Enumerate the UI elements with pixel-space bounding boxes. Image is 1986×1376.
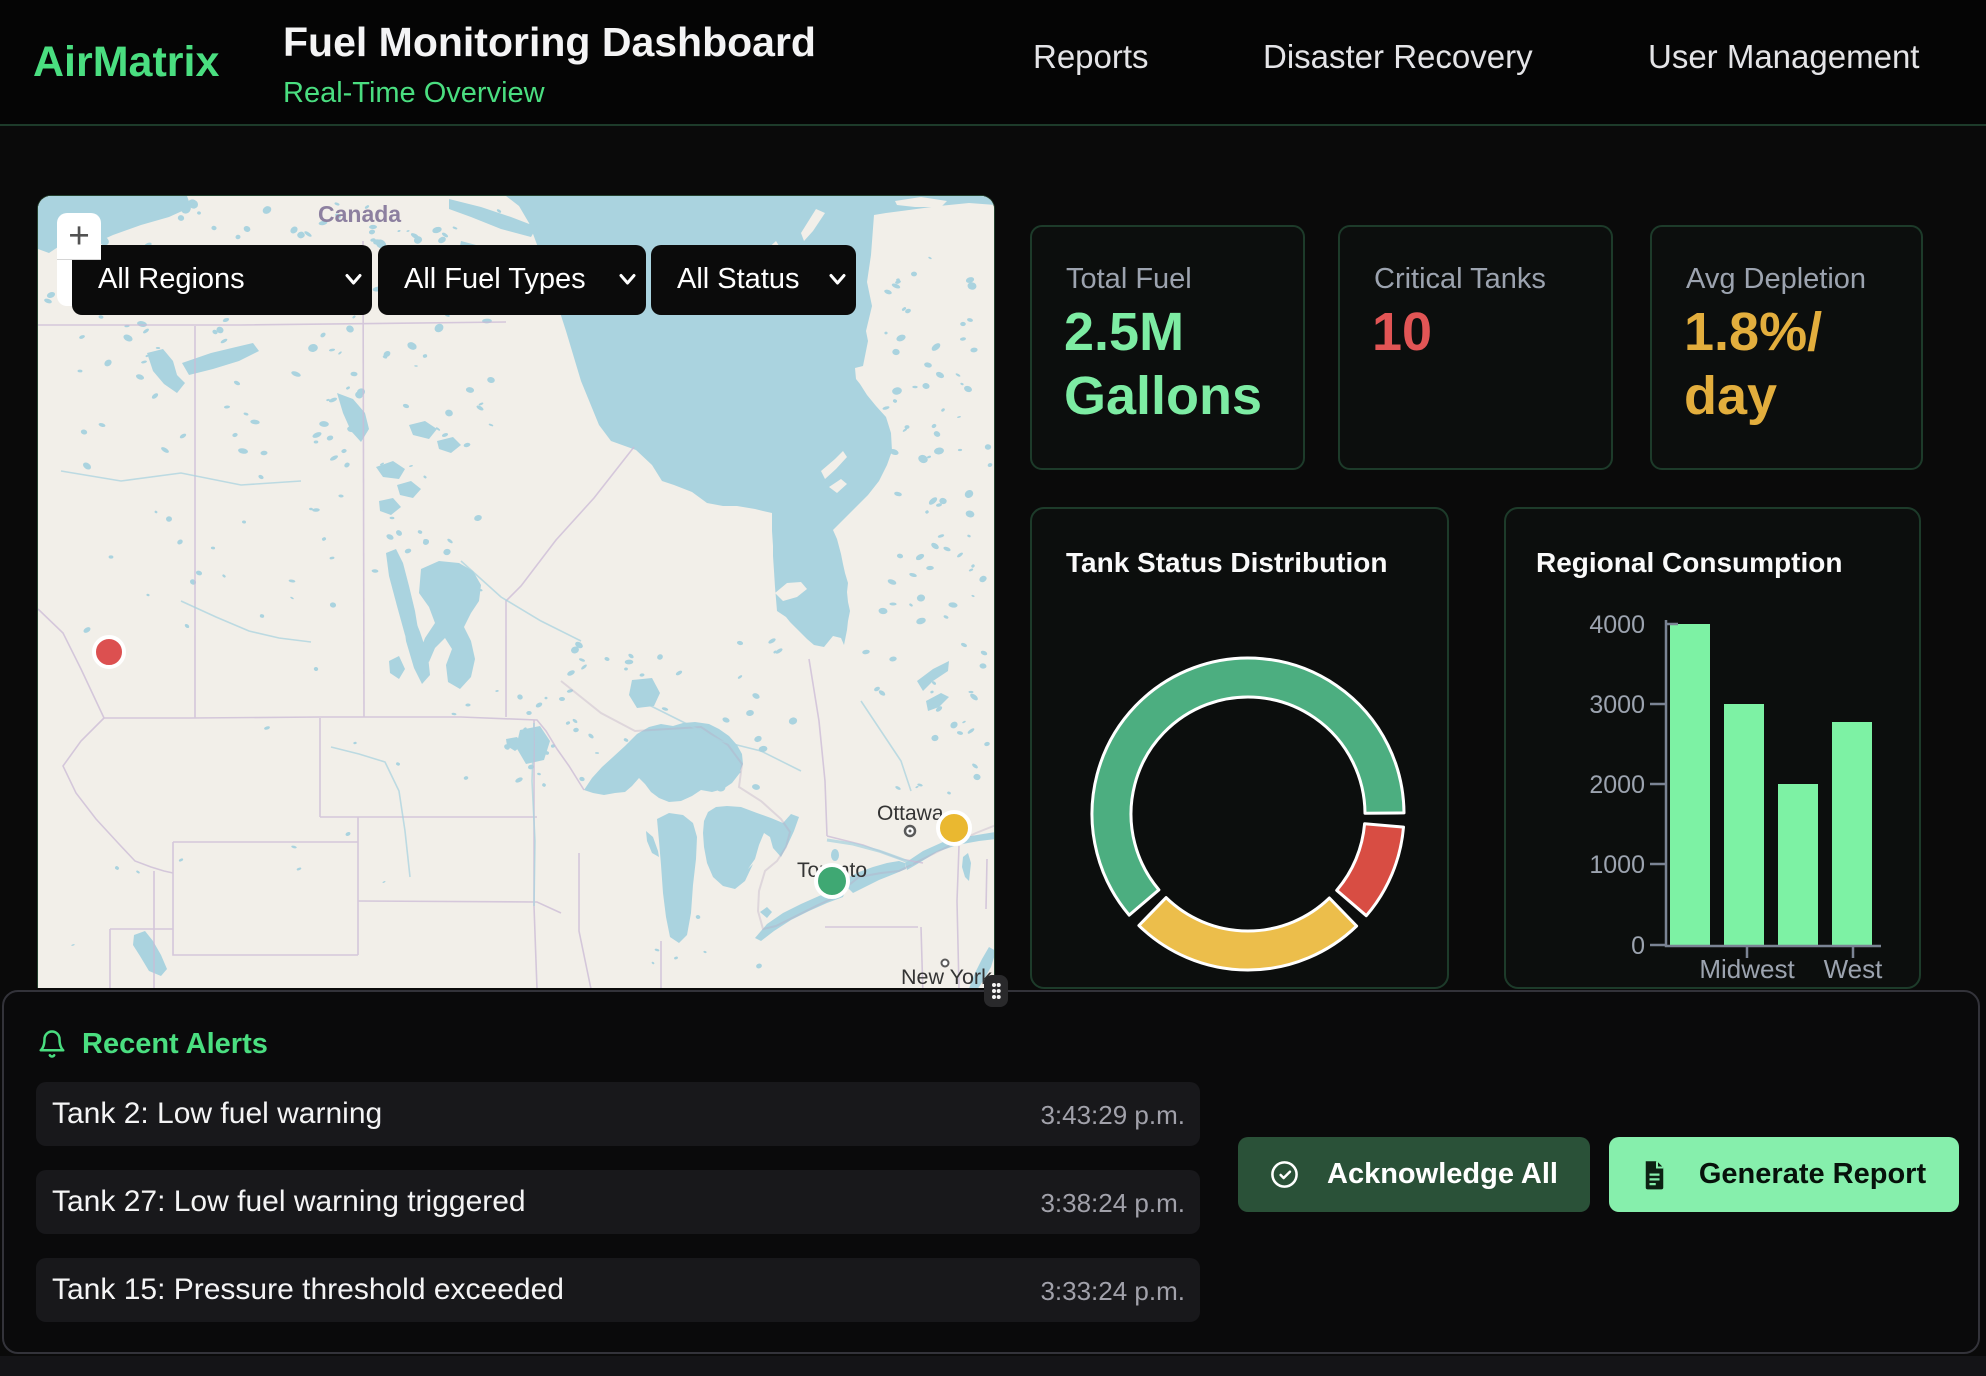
svg-text:2000: 2000 [1589, 771, 1645, 799]
svg-text:Midwest: Midwest [1699, 954, 1795, 984]
svg-text:Ottawa: Ottawa [877, 802, 944, 825]
svg-text:West: West [1824, 954, 1884, 984]
svg-text:1000: 1000 [1589, 851, 1645, 879]
svg-text:0: 0 [1631, 932, 1645, 960]
svg-text:Canada: Canada [318, 201, 401, 227]
svg-text:4000: 4000 [1589, 611, 1645, 639]
svg-text:New York: New York [901, 965, 992, 988]
svg-text:3000: 3000 [1589, 691, 1645, 719]
